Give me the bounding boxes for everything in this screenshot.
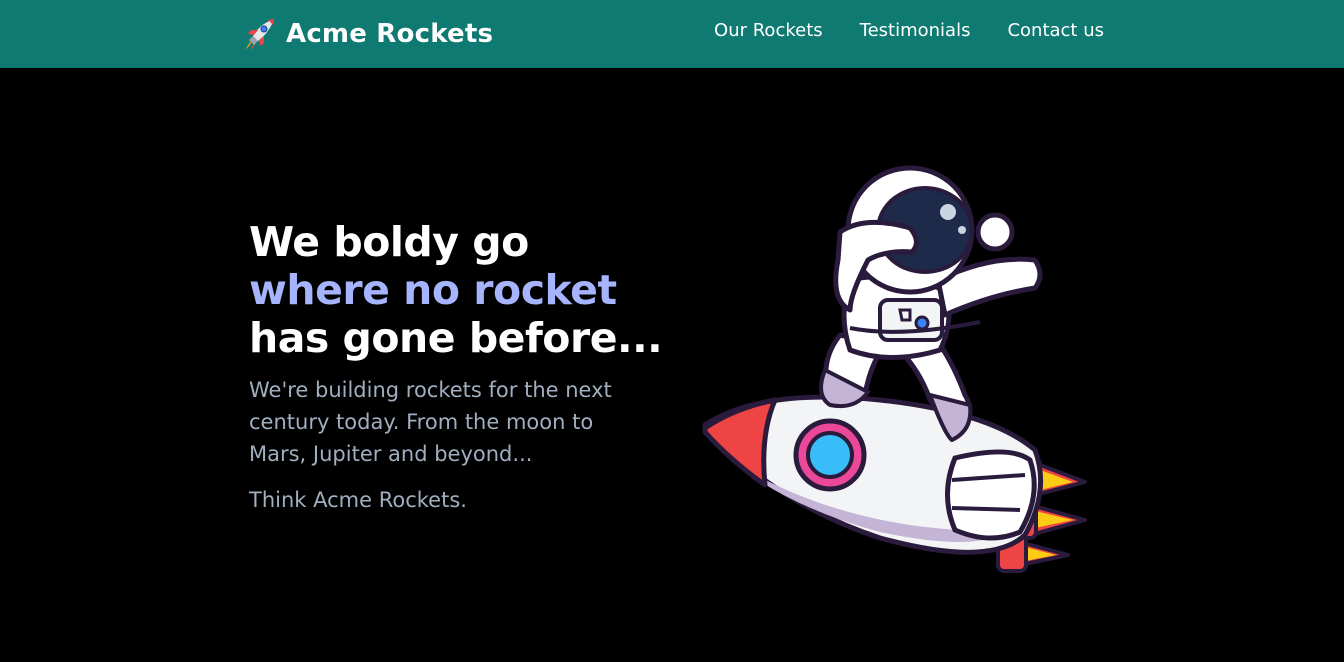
nav-item-testimonials: Testimonials: [860, 20, 971, 41]
nav-link-testimonials[interactable]: Testimonials: [860, 20, 971, 41]
nav-link-our-rockets[interactable]: Our Rockets: [714, 20, 823, 41]
hero-subtext: We're building rockets for the next cent…: [249, 378, 612, 466]
nav-links: Our Rockets Testimonials Contact us: [714, 20, 1104, 41]
nav-item-contact-us: Contact us: [1007, 20, 1104, 41]
headline-line-2: where no rocket: [249, 266, 617, 314]
hero-tagline: Think Acme Rockets.: [249, 488, 467, 512]
headline-line-1: We boldy go: [249, 218, 529, 266]
nav-link-contact-us[interactable]: Contact us: [1007, 20, 1104, 41]
headline-line-3: has gone before...: [249, 314, 663, 362]
hero-section: We boldy go where no rocket has gone bef…: [249, 218, 689, 516]
brand-link[interactable]: Acme Rockets: [242, 14, 493, 54]
brand-name: Acme Rockets: [286, 19, 494, 49]
rocket-icon: [246, 19, 274, 51]
navbar: Acme Rockets Our Rockets Testimonials Co…: [0, 0, 1344, 68]
nav-item-our-rockets: Our Rockets: [714, 20, 823, 41]
hero-headline: We boldy go where no rocket has gone bef…: [249, 218, 689, 362]
astronaut-on-rocket-illustration: [702, 165, 1087, 573]
